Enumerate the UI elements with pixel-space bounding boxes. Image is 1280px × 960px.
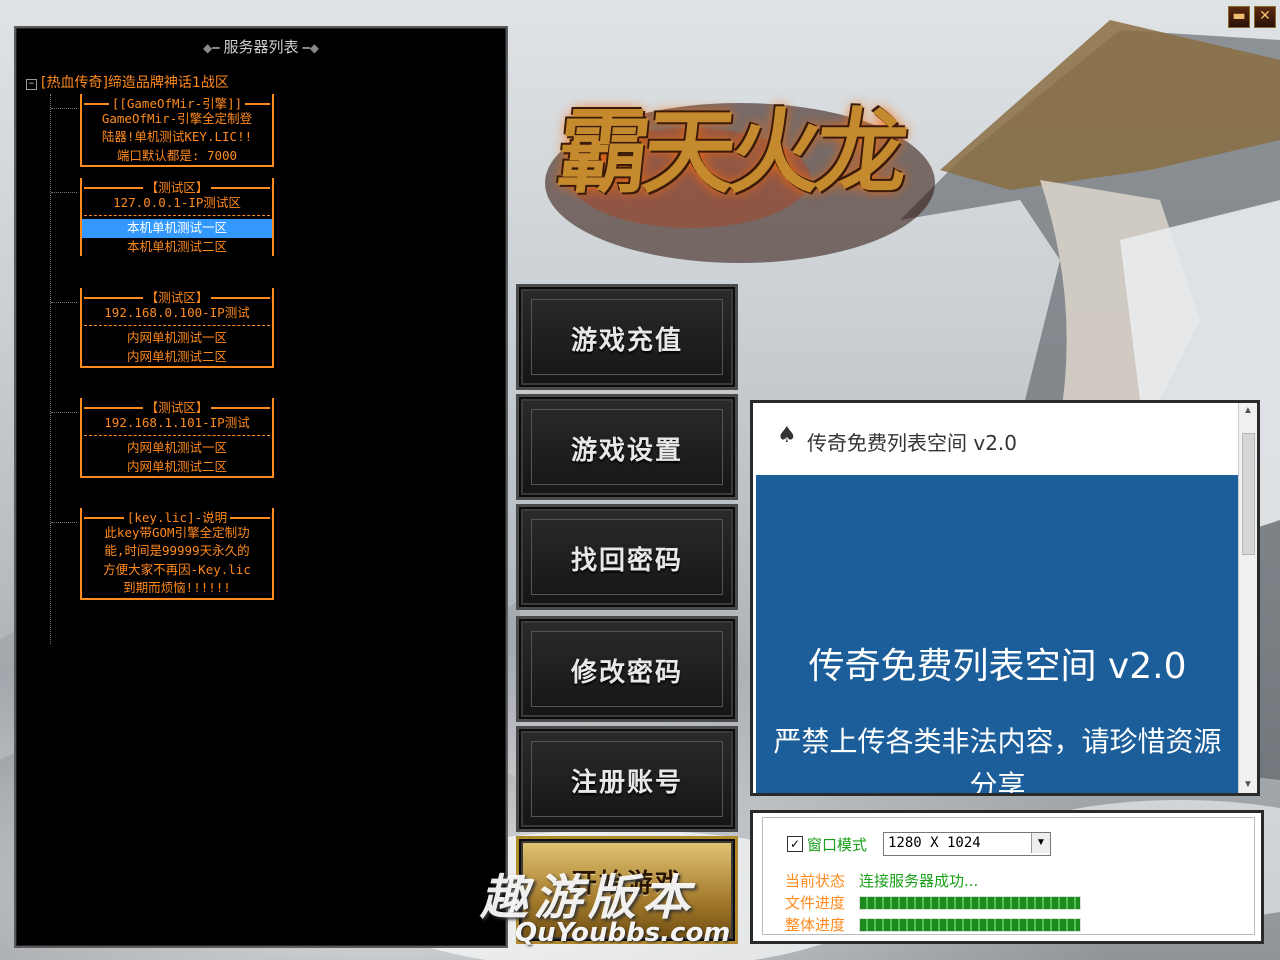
- announcement-message: 严禁上传各类非法内容，请珍惜资源分享: [773, 725, 1222, 793]
- server-item-selected[interactable]: 本机单机测试一区: [82, 219, 272, 238]
- tree-group: [key.lic]-说明 此key带GOM引擎全定制功 能,时间是99999天永…: [80, 508, 274, 600]
- ornament-icon: ◆━: [203, 41, 220, 55]
- server-tree: − [热血传奇]缔造品牌神话1战区: [26, 72, 496, 94]
- tree-connector: [51, 192, 77, 193]
- minimize-button[interactable]: ▬: [1228, 6, 1250, 28]
- tree-group: 【测试区】 127.0.0.1-IP测试区 本机单机测试一区 本机单机测试二区: [80, 178, 274, 256]
- change-password-button[interactable]: 修改密码: [516, 616, 738, 722]
- info-line: 端口默认都是: 7000: [116, 147, 238, 163]
- browser-title: 传奇免费列表空间 v2.0: [807, 431, 1017, 455]
- tree-connector: [50, 94, 52, 644]
- settings-button[interactable]: 游戏设置: [516, 394, 738, 500]
- scroll-down-icon[interactable]: ▼: [1239, 777, 1257, 793]
- server-list-panel: ◆━ 服务器列表 ━◆ − [热血传奇]缔造品牌神话1战区 [[GameOfMir-引…: [14, 26, 508, 948]
- recharge-button[interactable]: 游戏充值: [516, 284, 738, 390]
- scroll-up-icon[interactable]: ▲: [1239, 403, 1257, 419]
- server-item[interactable]: 内网单机测试一区: [84, 439, 270, 458]
- tree-group: 【测试区】 192.168.1.101-IP测试 内网单机测试一区 内网单机测试…: [80, 398, 274, 478]
- tree-group: [[GameOfMir-引擎]] GameOfMir-引擎全定制登 陆器!单机测…: [80, 94, 274, 167]
- close-button[interactable]: ✕: [1254, 6, 1276, 28]
- tree-group: 【测试区】 192.168.0.100-IP测试 内网单机测试一区 内网单机测试…: [80, 288, 274, 368]
- current-status-value: 连接服务器成功...: [859, 872, 979, 890]
- server-list-title: ◆━ 服务器列表 ━◆: [203, 38, 319, 56]
- recover-password-button[interactable]: 找回密码: [516, 504, 738, 610]
- info-line: 能,时间是99999天永久的: [104, 543, 250, 558]
- watermark-url: QuYoubbs.com: [515, 918, 731, 948]
- collapse-icon[interactable]: −: [26, 79, 37, 90]
- info-line: 方便大家不再因-Key.lic: [103, 561, 251, 577]
- logo-text: 霸天火龙: [552, 98, 908, 206]
- info-line: 192.168.0.100-IP测试: [104, 304, 250, 320]
- tree-connector: [51, 108, 77, 109]
- server-item[interactable]: 内网单机测试二区: [84, 458, 270, 477]
- server-item[interactable]: 内网单机测试一区: [84, 329, 270, 348]
- tree-connector: [51, 412, 77, 413]
- total-progress-bar: [859, 918, 1081, 932]
- status-panel: ✓ 窗口模式 1280 X 1024 ▼ 当前状态 连接服务器成功... 文件进…: [750, 810, 1264, 944]
- browser-content: 传奇免费列表空间 v2.0 严禁上传各类非法内容，请珍惜资源分享: [756, 475, 1239, 793]
- info-line: GameOfMir-引擎全定制登: [101, 110, 253, 126]
- info-line: 127.0.0.1-IP测试区: [113, 194, 241, 210]
- register-button[interactable]: 注册账号: [516, 726, 738, 832]
- tree-root-item[interactable]: − [热血传奇]缔造品牌神话1战区: [26, 72, 496, 94]
- tree-connector: [51, 302, 77, 303]
- scroll-thumb[interactable]: [1242, 433, 1255, 555]
- server-item[interactable]: 本机单机测试二区: [84, 238, 270, 257]
- info-line: 192.168.1.101-IP测试: [104, 414, 250, 430]
- server-item[interactable]: 内网单机测试二区: [84, 348, 270, 367]
- window-mode-label: 窗口模式: [807, 836, 868, 854]
- info-line: 陆器!单机测试KEY.LIC!!: [101, 129, 253, 144]
- browser-header: ♠ 传奇免费列表空间 v2.0: [753, 403, 1239, 475]
- file-progress-bar: [859, 896, 1081, 910]
- game-logo: 霸天火龙: [540, 88, 940, 268]
- resolution-select[interactable]: 1280 X 1024 ▼: [883, 832, 1051, 856]
- info-line: 到期而烦恼!!!!!!: [123, 580, 231, 595]
- announcement-heading: 传奇免费列表空间 v2.0: [808, 646, 1187, 687]
- scrollbar[interactable]: ▲ ▼: [1238, 403, 1257, 793]
- spade-icon: ♠: [777, 423, 797, 448]
- window-mode-checkbox[interactable]: ✓: [787, 836, 803, 852]
- chevron-down-icon[interactable]: ▼: [1031, 833, 1050, 853]
- announcement-browser: ♠ 传奇免费列表空间 v2.0 传奇免费列表空间 v2.0 严禁上传各类非法内容…: [750, 400, 1260, 796]
- info-line: 此key带GOM引擎全定制功: [104, 524, 250, 540]
- tree-connector: [51, 522, 77, 523]
- ornament-icon: ━◆: [302, 41, 319, 55]
